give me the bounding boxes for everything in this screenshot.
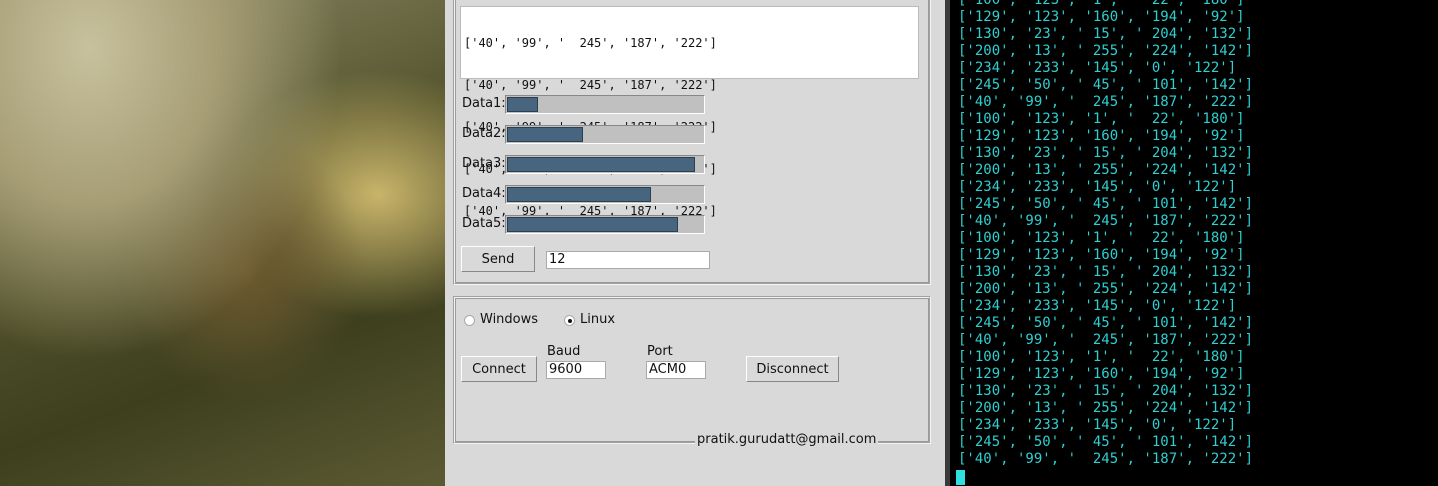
terminal-line: ['245', '50', ' 45', ' 101', '142'] (958, 196, 1254, 212)
terminal-line: ['129', '123', '160', '194', '92'] (958, 247, 1245, 263)
data2-label: Data2: (462, 126, 506, 141)
progress-fill (507, 127, 584, 142)
terminal-window[interactable]: ['100', '123', '1', ' 22', '180'] ['129',… (945, 0, 1438, 486)
data3-label: Data3: (462, 156, 506, 171)
port-input[interactable]: ACM0 (646, 361, 706, 379)
terminal-line: ['130', '23', ' 15', ' 204', '132'] (958, 145, 1254, 161)
send-input[interactable]: 12 (546, 251, 710, 269)
terminal-line: ['234', '233', '145', '0', '122'] (958, 417, 1237, 433)
disconnect-button[interactable]: Disconnect (746, 356, 839, 382)
terminal-line: ['130', '23', ' 15', ' 204', '132'] (958, 383, 1254, 399)
terminal-line: ['40', '99', ' 245', '187', '222'] (958, 332, 1254, 348)
data1-label: Data1: (462, 96, 506, 111)
terminal-line: ['245', '50', ' 45', ' 101', '142'] (958, 315, 1254, 331)
terminal-line: ['130', '23', ' 15', ' 204', '132'] (958, 26, 1254, 42)
terminal-line: ['245', '50', ' 45', ' 101', '142'] (958, 77, 1254, 93)
linux-radio[interactable] (564, 315, 575, 326)
terminal-line: ['200', '13', ' 255', '224', '142'] (958, 400, 1254, 416)
port-label: Port (647, 344, 673, 359)
log-line: ['40', '99', ' 245', '187', '222'] (464, 78, 717, 92)
footer-email: pratik.gurudatt@gmail.com (695, 432, 879, 447)
progress-fill (507, 157, 696, 172)
terminal-line: ['245', '50', ' 45', ' 101', '142'] (958, 434, 1254, 450)
terminal-line: ['234', '233', '145', '0', '122'] (958, 298, 1237, 314)
terminal-line: ['129', '123', '160', '194', '92'] (958, 128, 1245, 144)
data1-progress-bar (505, 95, 705, 114)
terminal-line: ['100', '123', '1', ' 22', '180'] (958, 111, 1245, 127)
data4-label: Data4: (462, 186, 506, 201)
progress-fill (507, 97, 538, 112)
terminal-line: ['40', '99', ' 245', '187', '222'] (958, 94, 1254, 110)
terminal-line: ['40', '99', ' 245', '187', '222'] (958, 213, 1254, 229)
terminal-line: ['200', '13', ' 255', '224', '142'] (958, 281, 1254, 297)
terminal-line: ['234', '233', '145', '0', '122'] (958, 60, 1237, 76)
log-line: ['40', '99', ' 245', '187', '222'] (464, 36, 717, 50)
desktop-wallpaper (0, 0, 445, 486)
progress-fill (507, 187, 651, 202)
terminal-line: ['100', '123', '1', ' 22', '180'] (958, 0, 1245, 8)
windows-radio-label: Windows (480, 312, 539, 327)
baud-label: Baud (547, 344, 581, 359)
terminal-line: ['129', '123', '160', '194', '92'] (958, 9, 1245, 25)
terminal-line: ['100', '123', '1', ' 22', '180'] (958, 230, 1245, 246)
data5-progress-bar (505, 215, 705, 234)
terminal-line: ['130', '23', ' 15', ' 204', '132'] (958, 264, 1254, 280)
terminal-line: ['200', '13', ' 255', '224', '142'] (958, 43, 1254, 59)
terminal-line: ['234', '233', '145', '0', '122'] (958, 179, 1237, 195)
baud-input[interactable]: 9600 (546, 361, 606, 379)
windows-radio[interactable] (464, 315, 475, 326)
data5-label: Data5: (462, 216, 506, 231)
terminal-line: ['129', '123', '160', '194', '92'] (958, 366, 1245, 382)
linux-radio-label: Linux (580, 312, 616, 327)
terminal-line: ['40', '99', ' 245', '187', '222'] (958, 451, 1254, 467)
received-log[interactable]: ['40', '99', ' 245', '187', '222'] ['40'… (460, 6, 919, 218)
terminal-line: ['100', '123', '1', ' 22', '180'] (958, 349, 1245, 365)
connect-button[interactable]: Connect (461, 356, 537, 382)
progress-fill (507, 217, 678, 232)
serial-app-window: ['40', '99', ' 245', '187', '222'] ['40'… (445, 0, 945, 486)
terminal-cursor (956, 470, 965, 485)
send-button[interactable]: Send (461, 246, 535, 272)
data4-progress-bar (505, 185, 705, 204)
terminal-line: ['200', '13', ' 255', '224', '142'] (958, 162, 1254, 178)
data2-progress-bar (505, 125, 705, 144)
data3-progress-bar (505, 155, 705, 174)
